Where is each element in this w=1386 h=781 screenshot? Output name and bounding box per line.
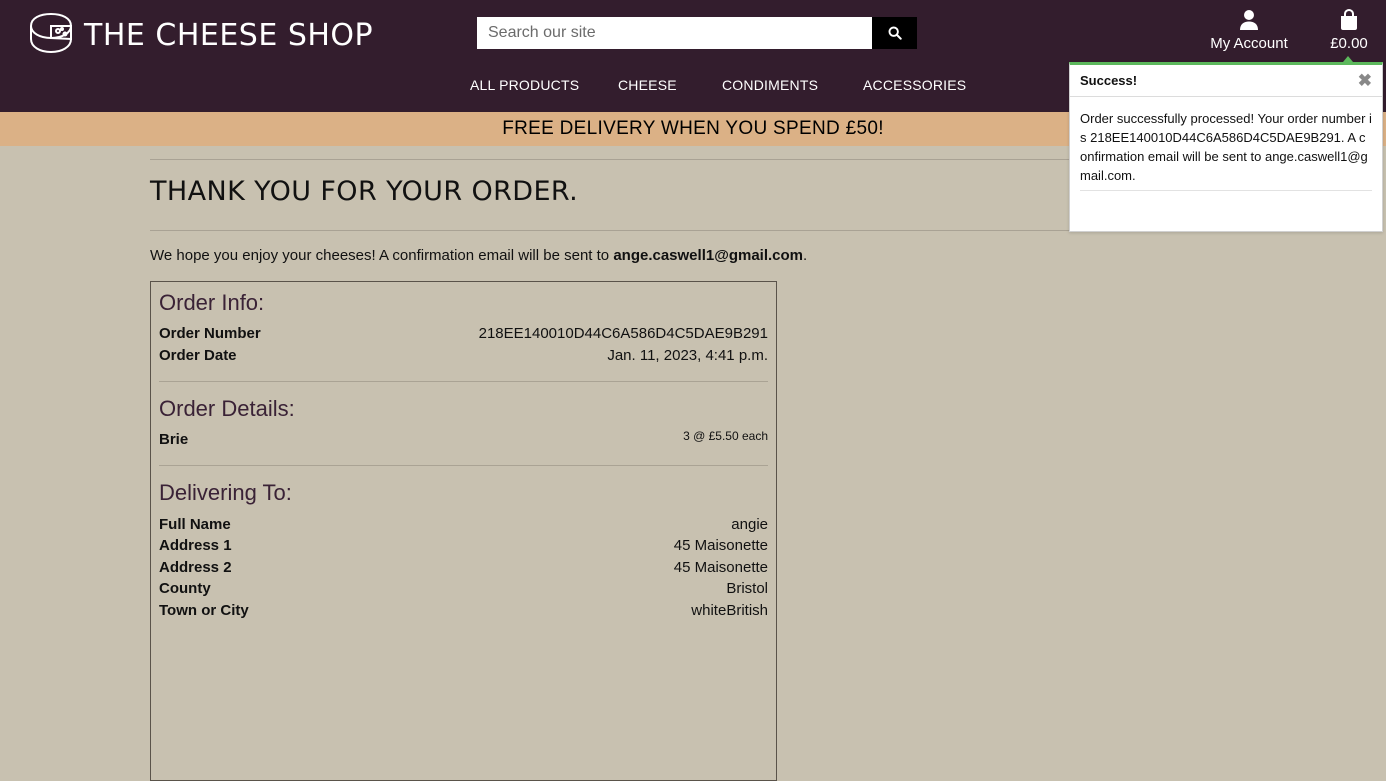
delivery-label: Full Name [159, 516, 231, 533]
delivery-row-address-2: Address 2 45 Maisonette [159, 559, 768, 576]
close-icon[interactable]: ✖ [1358, 72, 1372, 89]
user-icon [1203, 9, 1295, 33]
bag-total: £0.00 [1330, 35, 1368, 52]
order-date-row: Order Date Jan. 11, 2023, 4:41 p.m. [159, 347, 768, 364]
search-button[interactable] [872, 17, 917, 49]
search-input[interactable] [477, 17, 872, 49]
line-item-name: Brie [159, 431, 189, 448]
site-logo-link[interactable]: THE CHEESE SHOP [28, 11, 373, 60]
delivery-value: Bristol [726, 580, 768, 597]
section-divider [159, 381, 768, 382]
shopping-bag-icon [1324, 8, 1374, 33]
order-info-heading: Order Info: [159, 290, 265, 315]
my-account-label: My Account [1210, 35, 1288, 52]
toast-message: Order successfully processed! Your order… [1080, 111, 1372, 183]
order-line-item: Brie 3 @ £5.50 each [159, 429, 768, 448]
order-date-value: Jan. 11, 2023, 4:41 p.m. [607, 347, 768, 364]
delivery-value: 45 Maisonette [673, 559, 768, 576]
delivery-label: County [159, 580, 211, 597]
thank-you-text: We hope you enjoy your cheeses! A confir… [150, 247, 614, 264]
thank-you-message: We hope you enjoy your cheeses! A confir… [150, 247, 807, 264]
order-number-value: 218EE140010D44C6A586D4C5DAE9B291 [478, 325, 768, 342]
confirmation-email: ange.caswell1@gmail.com [613, 247, 804, 264]
nav-condiments[interactable]: CONDIMENTS [722, 77, 818, 93]
delivery-value: 45 Maisonette [673, 537, 768, 554]
cheese-wheel-icon [28, 11, 74, 60]
toast-divider [1080, 190, 1372, 191]
order-number-label: Order Number [159, 325, 261, 342]
toast-header: Success! ✖ [1070, 65, 1382, 97]
line-item-qty-price: 3 @ £5.50 each [683, 429, 768, 443]
delivery-row-full-name: Full Name angie [159, 516, 768, 533]
nav-cheese[interactable]: CHEESE [618, 77, 677, 93]
success-toast: Success! ✖ Order successfully processed!… [1069, 56, 1383, 232]
delivery-value: whiteBritish [691, 602, 768, 619]
delivery-row-address-1: Address 1 45 Maisonette [159, 537, 768, 554]
delivery-row-county: County Bristol [159, 580, 768, 597]
nav-all-products[interactable]: ALL PRODUCTS [470, 77, 579, 93]
delivery-label: Address 1 [159, 537, 232, 554]
nav-accessories[interactable]: ACCESSORIES [863, 77, 966, 93]
toast-arrow [1343, 56, 1353, 62]
section-divider [159, 465, 768, 466]
site-logo-text: THE CHEESE SHOP [84, 17, 374, 53]
delivering-to-heading: Delivering To: [159, 480, 292, 505]
order-date-label: Order Date [159, 347, 237, 364]
delivery-row-town-or-city: Town or City whiteBritish [159, 602, 768, 619]
delivery-label: Address 2 [159, 559, 232, 576]
my-account-menu[interactable]: My Account [1203, 9, 1295, 52]
page-title: THANK YOU FOR YOUR ORDER. [150, 176, 579, 207]
order-details-heading: Order Details: [159, 396, 295, 421]
search-icon [888, 26, 902, 40]
order-number-row: Order Number 218EE140010D44C6A586D4C5DAE… [159, 325, 768, 342]
order-summary-box: Order Info: Order Number 218EE140010D44C… [150, 281, 777, 781]
delivery-label: Town or City [159, 602, 249, 619]
delivery-value: angie [731, 516, 768, 533]
thank-you-suffix: . [803, 247, 808, 264]
toast-title: Success! [1080, 73, 1138, 88]
search-form [477, 17, 917, 49]
shopping-bag-link[interactable]: £0.00 [1324, 8, 1374, 52]
